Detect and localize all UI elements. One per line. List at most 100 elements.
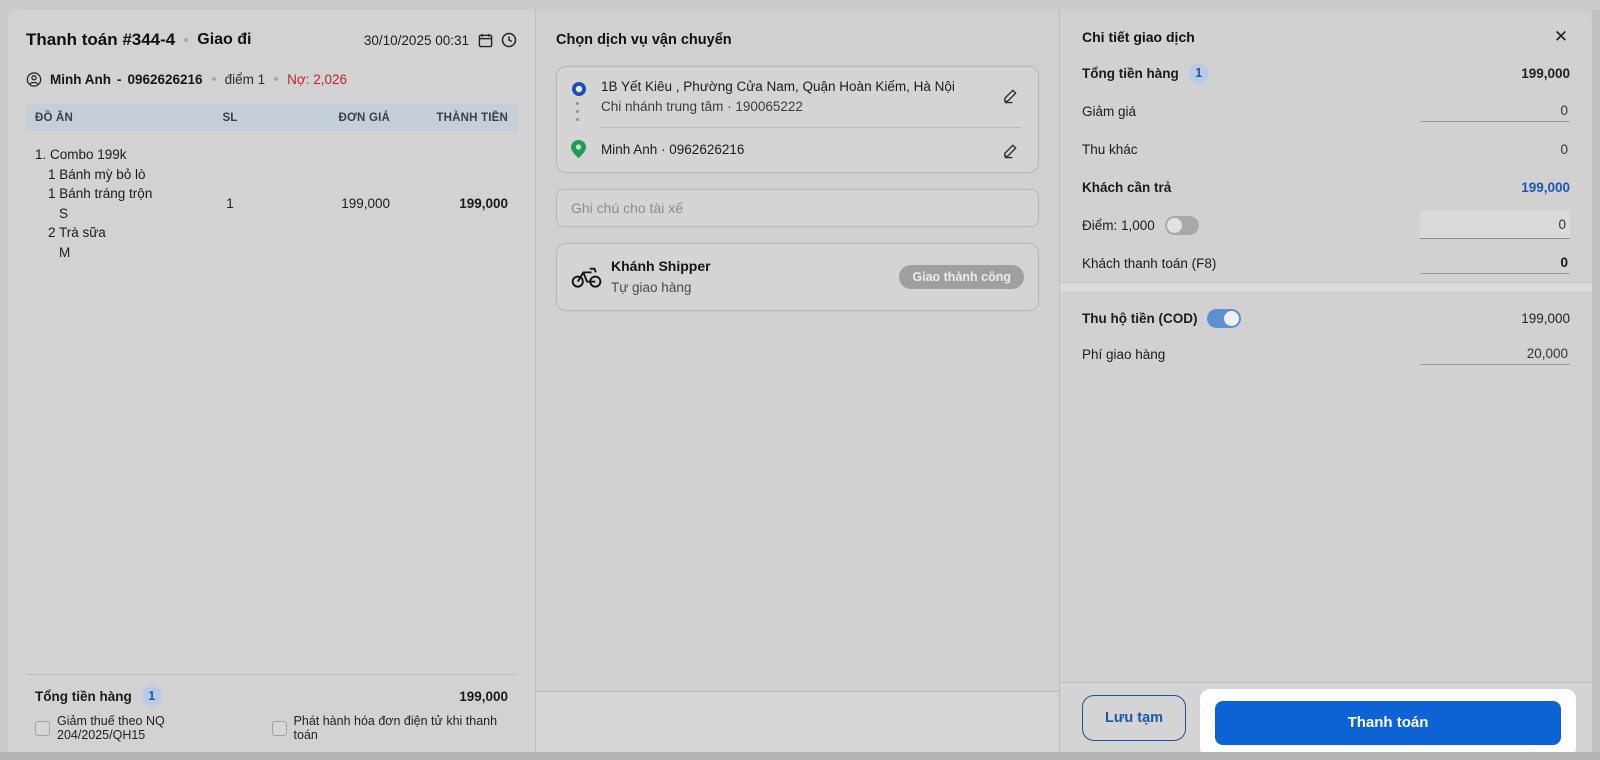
save-draft-button[interactable]: Lưu tạm [1082,694,1187,741]
customer-payment-input[interactable]: 0 [1420,252,1570,274]
points-row: Điểm: 1,000 0 [1060,206,1592,244]
item-unit-price[interactable]: 199,000 [262,196,390,211]
shipping-fee-row: Phí giao hàng 20,000 [1060,337,1592,371]
close-icon[interactable]: ✕ [1548,24,1574,50]
amount-due-label: Khách cần trả [1082,179,1172,195]
e-invoice-label: Phát hành hóa đơn điện tử khi thanh toán [293,714,498,742]
driver-note-input[interactable] [556,189,1039,227]
shipping-panel: Chọn dịch vụ vận chuyển 1B Yết Kiêu , Ph… [536,10,1060,752]
order-panel: Thanh toán #344-4 Giao đi 30/10/2025 00:… [8,10,536,752]
other-income-input[interactable]: 0 [1420,139,1570,160]
branch-info: Chi nhánh trung tâm · 190065222 [601,99,803,114]
clock-icon[interactable] [501,32,517,48]
cod-value: 199,000 [1521,310,1570,326]
customer-dash: - [116,71,122,87]
shipper-card[interactable]: Khánh Shipper Tự giao hàng Giao thành cô… [556,243,1039,311]
item-name: 1. Combo 199k [35,147,127,162]
points-label: Điểm: 1,000 [1082,217,1155,233]
other-income-row: Thu khác 0 [1060,130,1592,168]
total-row: Tổng tiền hàng 1 199,000 [1060,54,1592,92]
tax-reduction-checkbox[interactable]: Giảm thuế theo NQ 204/2025/QH15 [35,714,250,742]
customer-phone: 0962626216 [127,71,203,87]
customer-payment-label: Khách thanh toán (F8) [1082,255,1217,271]
customer-payment-row: Khách thanh toán (F8) 0 [1060,244,1592,282]
cod-toggle[interactable] [1207,308,1242,328]
e-invoice-checkbox[interactable]: Phát hành hóa đơn điện tử khi thanh toán [271,714,517,742]
order-total-label: Tổng tiền hàng [35,688,132,704]
item-qty[interactable]: 1 [198,196,262,211]
shipping-fee-input[interactable]: 20,000 [1420,343,1570,365]
discount-input[interactable]: 0 [1420,100,1570,122]
dot-separator [274,77,279,81]
pencil-icon [1003,143,1017,158]
order-total-value: 199,000 [459,688,508,704]
item-sub-line: 2 Trà sữa [48,225,106,240]
pay-button-spotlight: Thanh toán [1200,688,1576,757]
discount-label: Giảm giá [1082,103,1137,119]
window-bottom-edge [0,752,1600,760]
item-count-badge: 1 [141,686,162,706]
pickup-address: 1B Yết Kiêu , Phường Cửa Nam, Quận Hoàn … [601,79,955,94]
items-table-header: ĐỒ ĂN SL ĐƠN GIÁ THÀNH TIỀN [26,104,517,131]
item-sub-line: 1 Bánh mỳ bỏ lò [48,166,146,182]
customer-row[interactable]: Minh Anh - 0962626216 điểm 1 Nợ: 2,026 [26,64,517,94]
origin-icon [572,82,586,96]
edit-recipient-button[interactable] [998,138,1022,162]
col-header-qty: SL [222,111,238,124]
route-dots-icon [576,102,601,121]
item-name-block: 1. Combo 199k 1 Bánh mỳ bỏ lò 1 Bánh trá… [35,145,198,262]
checkbox-icon[interactable] [271,720,287,736]
transaction-heading: Chi tiết giao dịch [1082,29,1195,45]
points-toggle[interactable] [1164,215,1199,235]
shipper-method: Tự giao hàng [611,280,692,295]
item-size-line: M [59,244,71,260]
customer-name: Minh Anh [50,71,111,87]
item-size-line: S [59,205,69,221]
section-divider [1060,282,1592,291]
shipping-footer [536,691,1059,752]
pay-button[interactable]: Thanh toán [1215,700,1561,745]
points-input[interactable]: 0 [1420,211,1570,239]
recipient-row: Minh Anh · 0962626216 [571,128,1022,172]
action-footer: Lưu tạm Thanh toán [1060,682,1592,757]
scrollbar-track[interactable] [1592,10,1600,752]
checkbox-icon[interactable] [35,720,50,736]
shipping-heading: Chọn dịch vụ vận chuyển [556,32,732,48]
col-header-unit-price: ĐƠN GIÁ [338,111,390,124]
shipper-name: Khánh Shipper [611,258,711,274]
discount-row: Giảm giá 0 [1060,92,1592,130]
col-header-item: ĐỒ ĂN [35,111,74,124]
amount-due-value: 199,000 [1521,179,1570,195]
cod-label: Thu hộ tiền (COD) [1082,310,1198,326]
dot-separator [211,77,216,81]
order-datetime[interactable]: 30/10/2025 00:31 [364,33,469,48]
other-income-label: Thu khác [1082,141,1138,157]
delivery-status-badge: Giao thành công [899,265,1024,289]
destination-pin-icon [571,139,586,158]
tax-reduction-label: Giảm thuế theo NQ 204/2025/QH15 [57,714,165,742]
table-row[interactable]: 1. Combo 199k 1 Bánh mỳ bỏ lò 1 Bánh trá… [26,131,517,262]
customer-debt: Nợ: 2,026 [287,71,347,87]
shipping-fee-label: Phí giao hàng [1082,346,1166,362]
customer-icon [26,71,42,87]
customer-points: điểm 1 [224,71,266,87]
amount-due-row: Khách cần trả 199,000 [1060,168,1592,206]
pickup-address-row: 1B Yết Kiêu , Phường Cửa Nam, Quận Hoàn … [571,77,1022,127]
dot-separator [184,38,189,42]
page-title: Thanh toán #344-4 [26,30,176,49]
order-type-label: Giao đi [197,31,252,48]
order-header: Thanh toán #344-4 Giao đi 30/10/2025 00:… [26,22,517,58]
order-footer: Tổng tiền hàng 1 199,000 Giảm thuế theo … [26,674,517,752]
recipient-info: Minh Anh · 0962626216 [601,142,745,157]
item-sub-line: 1 Bánh tráng trộn [48,186,153,201]
bike-icon [571,265,611,289]
total-value: 199,000 [1521,65,1570,81]
col-header-total: THÀNH TIỀN [436,111,508,124]
edit-pickup-button[interactable] [998,83,1022,107]
item-count-badge: 1 [1188,63,1209,83]
payment-screen: Thanh toán #344-4 Giao đi 30/10/2025 00:… [8,10,1592,757]
calendar-icon[interactable] [477,32,493,48]
pencil-icon [1003,88,1017,103]
total-label: Tổng tiền hàng [1082,65,1179,81]
item-total: 199,000 [459,196,508,211]
